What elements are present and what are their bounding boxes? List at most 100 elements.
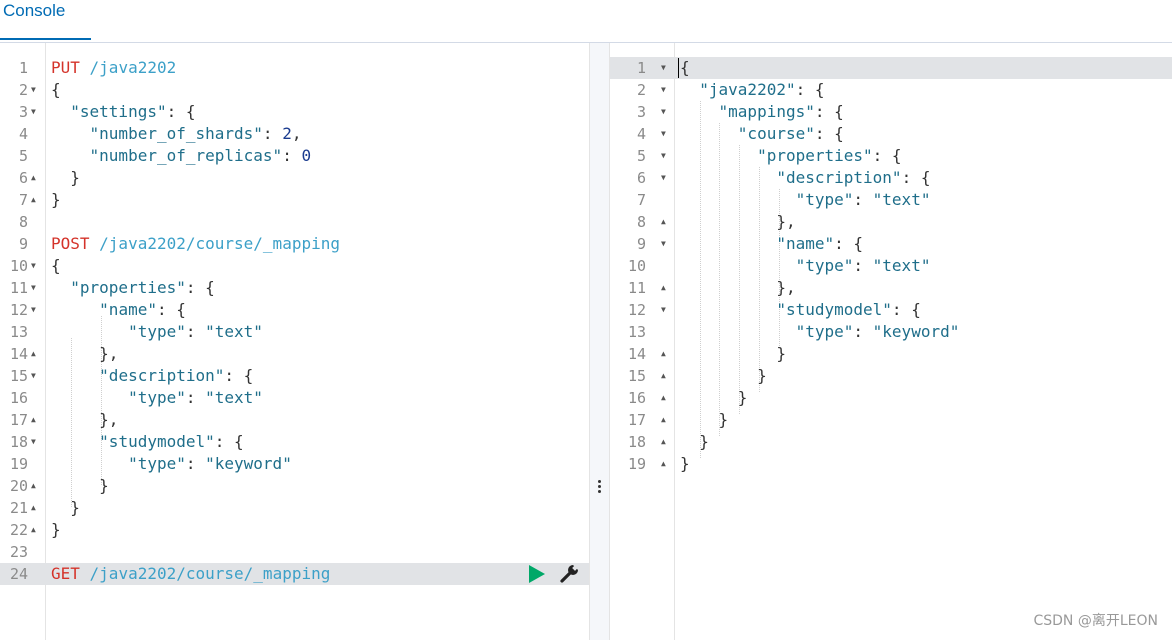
wrench-icon[interactable] (559, 564, 581, 584)
line-number: 19 (627, 455, 646, 473)
fold-close-icon[interactable]: ▲ (661, 387, 666, 409)
line-number: 9 (636, 235, 646, 253)
code-line[interactable]: 6 ▲ } (0, 167, 589, 189)
fold-open-icon[interactable]: ▼ (31, 255, 36, 277)
code-line[interactable]: 14 ▲ } (610, 343, 1172, 365)
line-number: 3 (18, 103, 28, 121)
fold-close-icon[interactable]: ▲ (661, 277, 666, 299)
code-line[interactable]: 4 ▼ "course": { (610, 123, 1172, 145)
code-text: "type": "keyword" (795, 322, 960, 341)
code-line[interactable]: 3 ▼ "mappings": { (610, 101, 1172, 123)
code-line[interactable]: 16 "type": "text" (0, 387, 589, 409)
code-line[interactable]: 21 ▲ } (0, 497, 589, 519)
fold-open-icon[interactable]: ▼ (661, 145, 666, 167)
line-number: 9 (18, 235, 28, 253)
fold-open-icon[interactable]: ▼ (31, 431, 36, 453)
code-line[interactable]: 9 ▼ "name": { (610, 233, 1172, 255)
code-line[interactable]: 2 ▼ { (0, 79, 589, 101)
line-number: 18 (9, 433, 28, 451)
code-line[interactable]: 1 ▼ { (610, 57, 1172, 79)
code-text: "number_of_replicas": 0 (89, 146, 312, 165)
line-number: 1 (636, 59, 646, 77)
fold-close-icon[interactable]: ▲ (661, 453, 666, 475)
code-line[interactable]: 10 "type": "text" (610, 255, 1172, 277)
code-line[interactable]: 7 ▲} (0, 189, 589, 211)
fold-open-icon[interactable]: ▼ (661, 79, 666, 101)
code-text: "type": "text" (128, 322, 263, 341)
fold-close-icon[interactable]: ▲ (31, 519, 36, 541)
fold-open-icon[interactable]: ▼ (31, 101, 36, 123)
fold-close-icon[interactable]: ▲ (31, 167, 36, 189)
line-number: 2 (18, 81, 28, 99)
fold-open-icon[interactable]: ▼ (661, 167, 666, 189)
code-line[interactable]: 12 ▼ "studymodel": { (610, 299, 1172, 321)
code-line[interactable]: 10 ▼ { (0, 255, 589, 277)
code-text: }, (680, 212, 796, 231)
fold-open-icon[interactable]: ▼ (31, 79, 36, 101)
code-line[interactable]: 22 ▲} (0, 519, 589, 541)
code-line[interactable]: 13 "type": "keyword" (610, 321, 1172, 343)
fold-close-icon[interactable]: ▲ (31, 409, 36, 431)
code-line[interactable]: 23 (0, 541, 589, 563)
fold-close-icon[interactable]: ▲ (31, 497, 36, 519)
code-line[interactable]: 2 ▼ "java2202": { (610, 79, 1172, 101)
code-line[interactable]: 20 ▲ } (0, 475, 589, 497)
code-line[interactable]: 24 GET /java2202/course/_mapping (0, 563, 589, 585)
vertical-dots-icon[interactable] (598, 480, 602, 495)
code-line[interactable]: 9 POST /java2202/course/_mapping (0, 233, 589, 255)
fold-open-icon[interactable]: ▼ (661, 123, 666, 145)
code-line[interactable]: 18 ▲ } (610, 431, 1172, 453)
fold-close-icon[interactable]: ▲ (31, 343, 36, 365)
fold-open-icon[interactable]: ▼ (661, 57, 666, 79)
code-line[interactable]: 8 (0, 211, 589, 233)
code-line[interactable]: 16 ▲ } (610, 387, 1172, 409)
code-line[interactable]: 19 ▲} (610, 453, 1172, 475)
code-line[interactable]: 14 ▲ }, (0, 343, 589, 365)
code-line[interactable]: 3 ▼ "settings": { (0, 101, 589, 123)
fold-close-icon[interactable]: ▲ (661, 365, 666, 387)
code-line[interactable]: 8 ▲ }, (610, 211, 1172, 233)
code-line[interactable]: 15 ▼ "description": { (0, 365, 589, 387)
code-line[interactable]: 7 "type": "text" (610, 189, 1172, 211)
fold-open-icon[interactable]: ▼ (31, 365, 36, 387)
code-line[interactable]: 4 "number_of_shards": 2, (0, 123, 589, 145)
fold-close-icon[interactable]: ▲ (31, 189, 36, 211)
request-editor[interactable]: 1 PUT /java2202 2 ▼{3 ▼ "settings": {4 "numb… (0, 43, 589, 640)
fold-open-icon[interactable]: ▼ (31, 277, 36, 299)
code-text: PUT /java2202 (51, 58, 177, 77)
code-text: "description": { (776, 168, 931, 187)
code-line[interactable]: 5 "number_of_replicas": 0 (0, 145, 589, 167)
code-line[interactable]: 11 ▼ "properties": { (0, 277, 589, 299)
fold-close-icon[interactable]: ▲ (661, 409, 666, 431)
code-text: }, (51, 344, 119, 363)
line-number: 17 (627, 411, 646, 429)
code-line[interactable]: 19 "type": "keyword" (0, 453, 589, 475)
fold-open-icon[interactable]: ▼ (661, 101, 666, 123)
code-text: "description": { (99, 366, 254, 385)
line-number: 6 (18, 169, 28, 187)
fold-close-icon[interactable]: ▲ (661, 343, 666, 365)
code-line[interactable]: 18 ▼ "studymodel": { (0, 431, 589, 453)
fold-close-icon[interactable]: ▲ (31, 475, 36, 497)
code-text: } (680, 388, 748, 407)
code-line[interactable]: 17 ▲ }, (0, 409, 589, 431)
code-text: "type": "keyword" (128, 454, 292, 473)
pane-resizer[interactable] (589, 43, 610, 640)
code-line[interactable]: 6 ▼ "description": { (610, 167, 1172, 189)
code-line[interactable]: 17 ▲ } (610, 409, 1172, 431)
fold-close-icon[interactable]: ▲ (661, 431, 666, 453)
code-line[interactable]: 1 PUT /java2202 (0, 57, 589, 79)
code-line[interactable]: 11 ▲ }, (610, 277, 1172, 299)
code-line[interactable]: 13 "type": "text" (0, 321, 589, 343)
fold-open-icon[interactable]: ▼ (661, 233, 666, 255)
fold-close-icon[interactable]: ▲ (661, 211, 666, 233)
tab-console[interactable]: Console (0, 0, 91, 40)
play-icon[interactable] (529, 565, 545, 583)
fold-open-icon[interactable]: ▼ (661, 299, 666, 321)
code-line[interactable]: 15 ▲ } (610, 365, 1172, 387)
code-line[interactable]: 12 ▼ "name": { (0, 299, 589, 321)
line-number: 5 (18, 147, 28, 165)
code-line[interactable]: 5 ▼ "properties": { (610, 145, 1172, 167)
fold-open-icon[interactable]: ▼ (31, 299, 36, 321)
line-number: 8 (18, 213, 28, 231)
